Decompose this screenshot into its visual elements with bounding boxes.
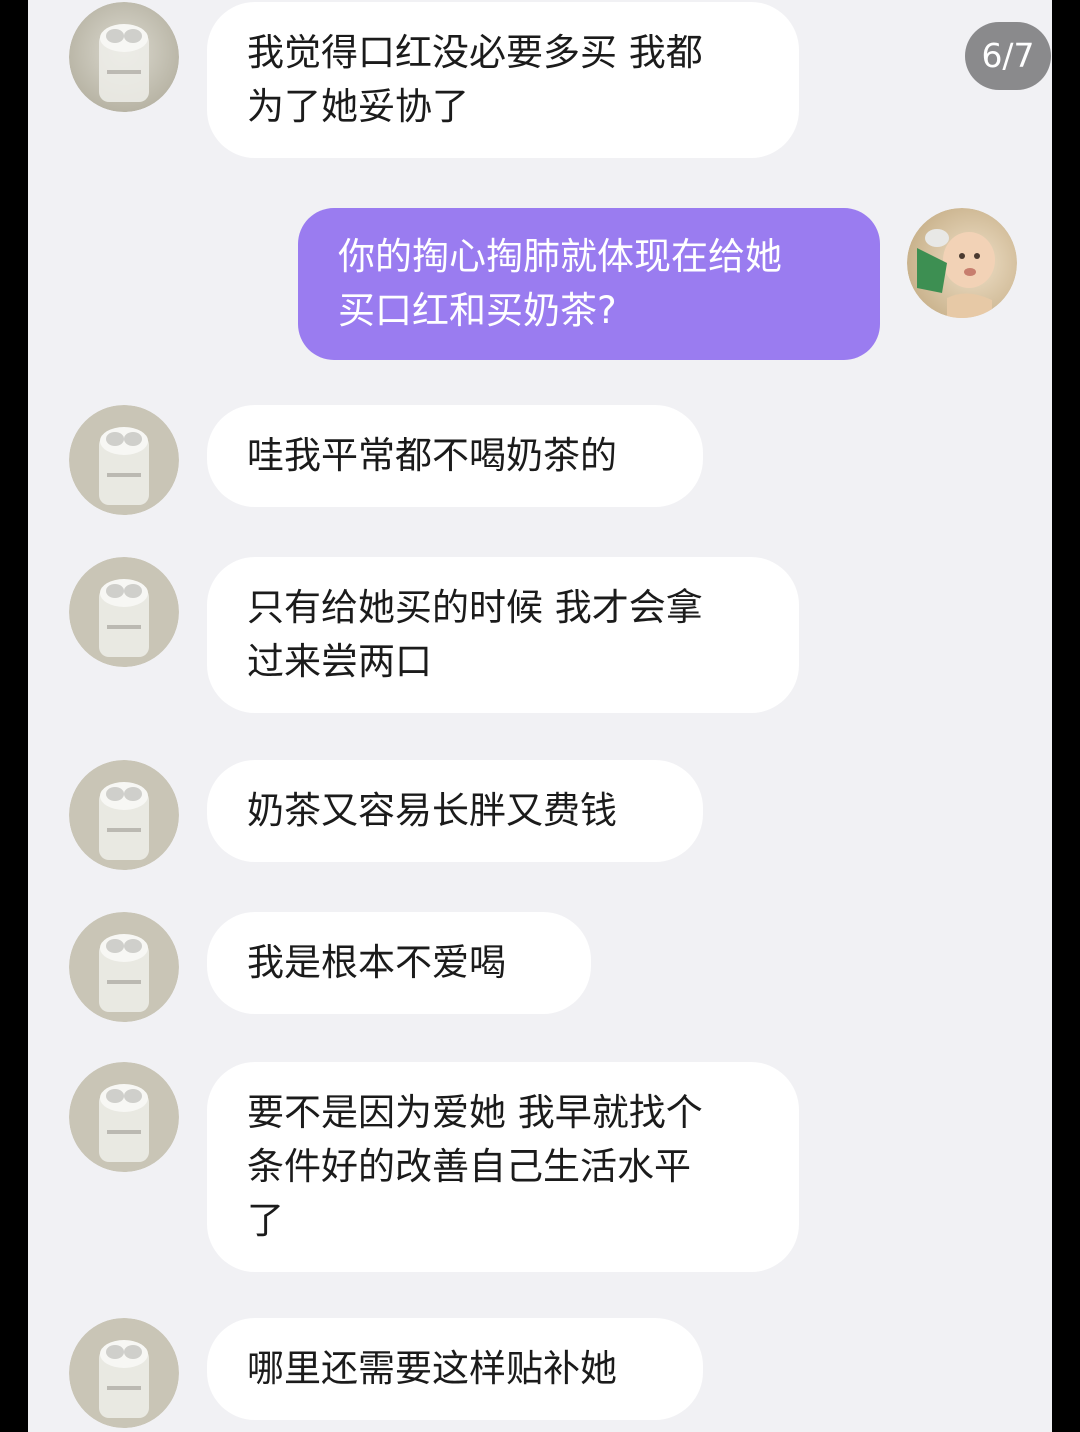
chat-screen: 6/7 我觉得口红没必要多买 我都 为了她妥协了 你的掏心掏肺就体现在给她 买口… bbox=[28, 0, 1052, 1432]
message-bubble-incoming[interactable]: 我是根本不爱喝 bbox=[207, 912, 591, 1014]
page-indicator: 6/7 bbox=[965, 22, 1051, 90]
bottle-avatar-icon[interactable] bbox=[69, 912, 179, 1022]
message-bubble-incoming[interactable]: 我觉得口红没必要多买 我都 为了她妥协了 bbox=[207, 2, 799, 158]
message-bubble-incoming[interactable]: 要不是因为爱她 我早就找个 条件好的改善自己生活水平 了 bbox=[207, 1062, 799, 1272]
bottle-avatar-icon[interactable] bbox=[69, 1318, 179, 1428]
bottle-avatar-icon[interactable] bbox=[69, 405, 179, 515]
message-bubble-incoming[interactable]: 哪里还需要这样贴补她 bbox=[207, 1318, 703, 1420]
baby-photo-avatar-icon[interactable] bbox=[907, 208, 1017, 318]
bottle-avatar-icon[interactable] bbox=[69, 2, 179, 112]
message-bubble-incoming[interactable]: 只有给她买的时候 我才会拿 过来尝两口 bbox=[207, 557, 799, 713]
message-bubble-outgoing[interactable]: 你的掏心掏肺就体现在给她 买口红和买奶茶? bbox=[298, 208, 880, 360]
bottle-avatar-icon[interactable] bbox=[69, 557, 179, 667]
message-bubble-incoming[interactable]: 奶茶又容易长胖又费钱 bbox=[207, 760, 703, 862]
message-bubble-incoming[interactable]: 哇我平常都不喝奶茶的 bbox=[207, 405, 703, 507]
bottle-avatar-icon[interactable] bbox=[69, 1062, 179, 1172]
bottle-avatar-icon[interactable] bbox=[69, 760, 179, 870]
